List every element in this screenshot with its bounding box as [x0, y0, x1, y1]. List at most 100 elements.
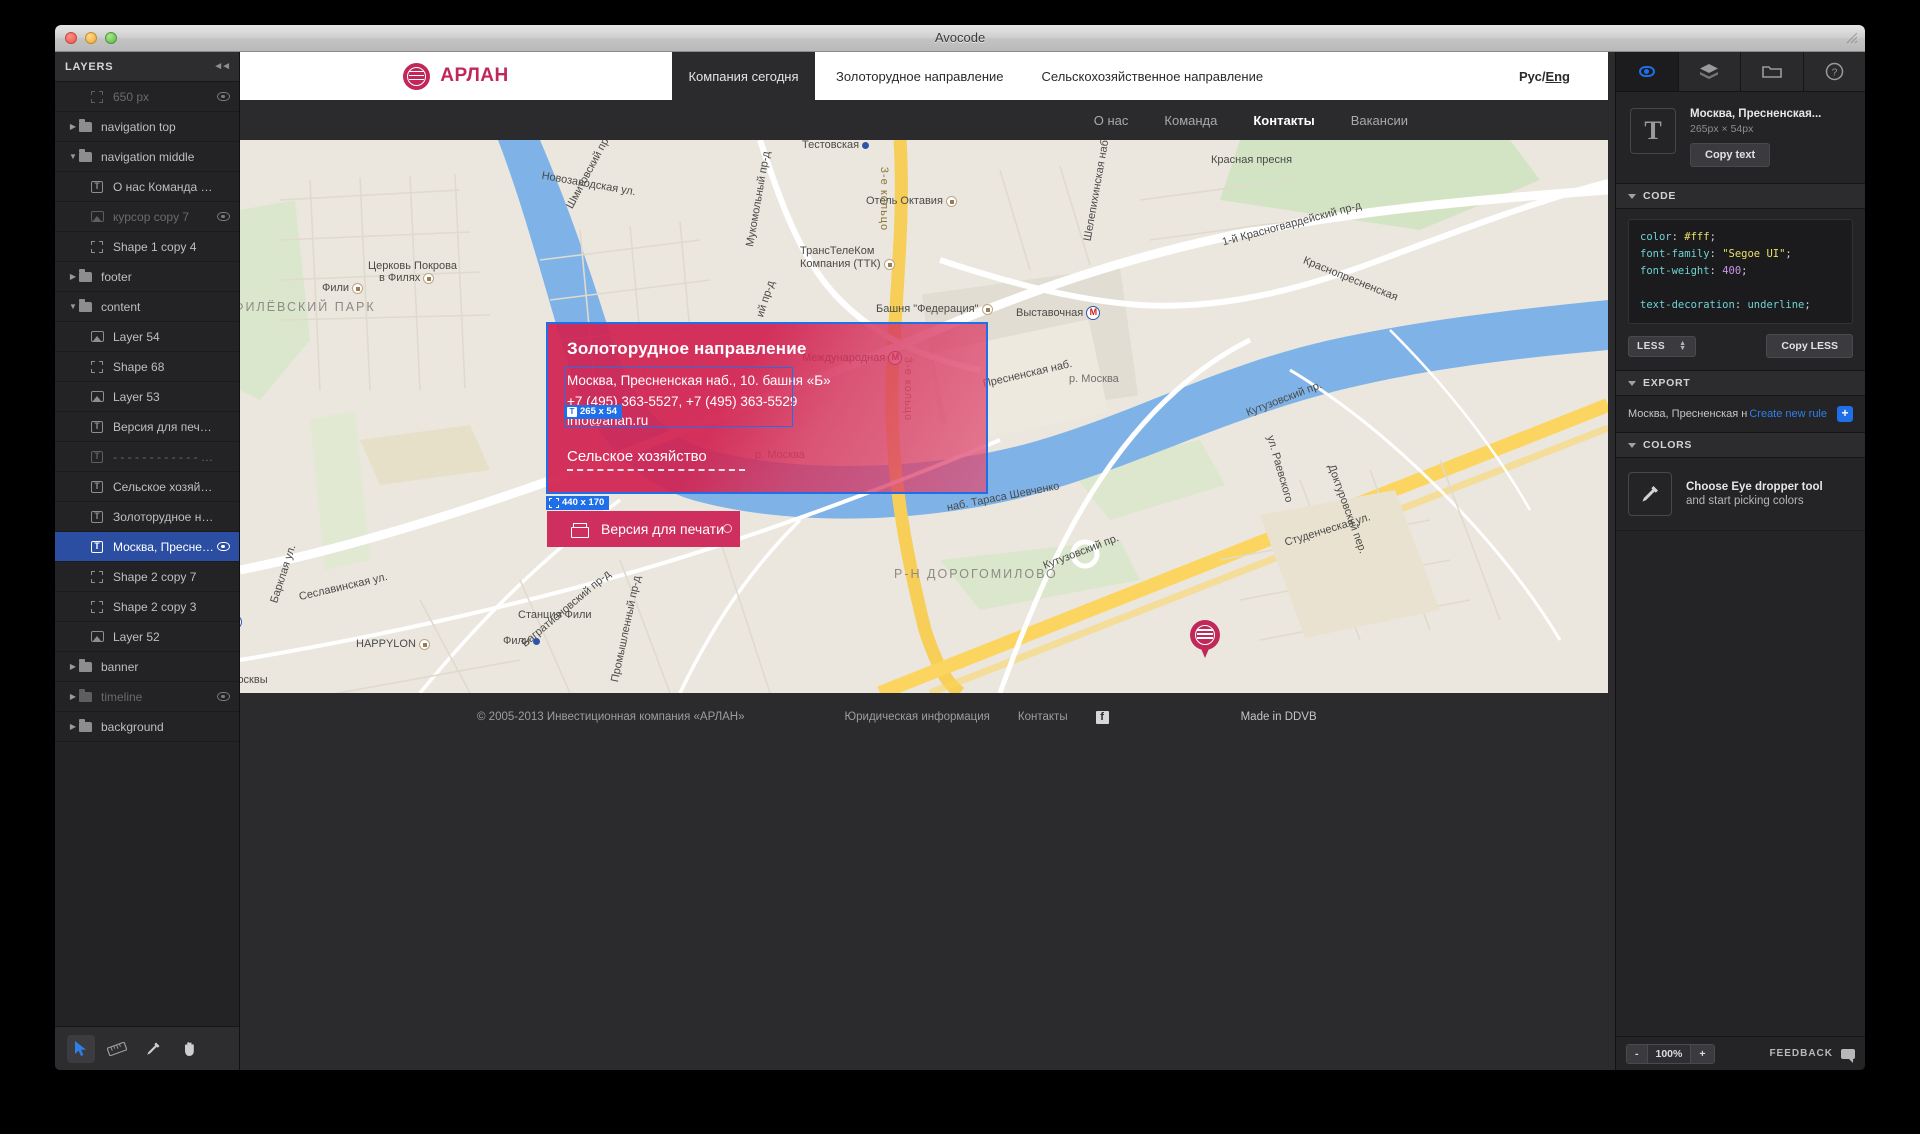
visibility-toggle[interactable] [215, 92, 231, 101]
zoom-out-button[interactable]: - [1627, 1045, 1647, 1063]
layer-row[interactable]: ▶Layer 52 [55, 622, 239, 652]
layer-row[interactable]: ▶Shape 2 copy 7 [55, 562, 239, 592]
chevron-down-icon[interactable]: ▼ [67, 152, 79, 161]
resize-grip-icon[interactable] [1845, 31, 1859, 45]
chevron-down-icon [1628, 443, 1636, 448]
visibility-toggle[interactable] [215, 542, 231, 551]
footer-link-legal[interactable]: Юридическая информация [845, 711, 990, 723]
eyedropper-button[interactable] [1628, 472, 1672, 516]
layer-row[interactable]: ▶ banner [55, 652, 239, 682]
copy-less-button[interactable]: Copy LESS [1766, 334, 1853, 358]
assets-tab[interactable] [1741, 52, 1804, 91]
layer-name: banner [101, 660, 215, 674]
visibility-toggle[interactable] [215, 212, 231, 221]
design-canvas[interactable]: АРЛАН Компания сегодня Золоторудное напр… [240, 52, 1615, 1070]
tools-bar [55, 1026, 239, 1070]
poi-marker-icon [884, 259, 895, 270]
card-agro-label[interactable]: Сельское хозяйство [567, 448, 745, 471]
layer-row[interactable]: ▶Сельское хозяйство [55, 472, 239, 502]
nav-item-gold[interactable]: Золоторудное направление [836, 69, 1004, 84]
site-logo[interactable]: АРЛАН [240, 52, 672, 100]
shape-layer-icon [91, 91, 103, 103]
layer-row[interactable]: ▶Золоторудное напра... [55, 502, 239, 532]
layer-row[interactable]: ▶Layer 53 [55, 382, 239, 412]
zoom-control[interactable]: - 100% + [1626, 1044, 1715, 1064]
create-new-rule-link[interactable]: Create new rule [1749, 408, 1827, 420]
language-switch[interactable]: Рус/Eng [1519, 69, 1608, 84]
map-view[interactable]: Тестовская Отель Октавия ТрансТелеКомКом… [240, 140, 1608, 693]
layer-row[interactable]: ▼ content [55, 292, 239, 322]
layer-row[interactable]: ▶Shape 68 [55, 352, 239, 382]
code-snippet[interactable]: color: #fff;font-family: "Segoe UI";font… [1628, 219, 1853, 324]
inspect-tab[interactable] [1616, 52, 1679, 91]
nav-sub-item[interactable]: Контакты [1253, 113, 1314, 128]
visibility-toggle[interactable] [215, 692, 231, 701]
layer-row[interactable]: ▶Москва, Пресненс... [55, 532, 239, 562]
lang-ru[interactable]: Рус [1519, 69, 1542, 84]
chevron-right-icon[interactable]: ▶ [67, 272, 79, 281]
layer-row[interactable]: ▶background [55, 712, 239, 742]
chevron-right-icon[interactable]: ▶ [67, 662, 79, 671]
map-label: Церковь Покрова [368, 260, 457, 272]
layers-tab[interactable] [1679, 52, 1742, 91]
poi-marker-icon [352, 283, 363, 294]
folder-icon [79, 272, 92, 282]
layer-row[interactable]: ▶Layer 54 [55, 322, 239, 352]
layer-row[interactable]: ▶курсор copy 7 [55, 202, 239, 232]
print-version-button[interactable]: Версия для печати [547, 511, 740, 547]
nav-item-agro[interactable]: Сельскохозяйственное направление [1042, 69, 1264, 84]
selected-text-block[interactable]: Москва, Пресненская наб., 10. башня «Б» … [567, 370, 831, 430]
layer-name: content [101, 300, 215, 314]
layer-row[interactable]: ▶- - - - - - - - - - - - - - - - - - - - [55, 442, 239, 472]
image-layer-icon [91, 331, 104, 342]
layer-row[interactable]: ▶650 px [55, 82, 239, 112]
syntax-select[interactable]: LESS ▲▼ [1628, 336, 1696, 357]
nav-item-company-today[interactable]: Компания сегодня [672, 52, 815, 100]
collapse-left-icon[interactable]: ◄◄ [213, 61, 229, 72]
chevron-right-icon[interactable]: ▶ [67, 722, 79, 731]
layer-row[interactable]: ▶Shape 2 copy 3 [55, 592, 239, 622]
layer-row[interactable]: ▶Shape 1 copy 4 [55, 232, 239, 262]
facebook-icon[interactable]: f [1096, 711, 1109, 724]
nav-sub-item[interactable]: О нас [1094, 113, 1129, 128]
plus-icon[interactable]: + [1837, 406, 1853, 422]
zoom-level[interactable]: 100% [1647, 1045, 1692, 1063]
layer-row[interactable]: ▼navigation middle [55, 142, 239, 172]
chevron-down-icon[interactable]: ▼ [67, 302, 79, 311]
layer-row[interactable]: ▶Версия для печати [55, 412, 239, 442]
eyedropper-tool[interactable] [139, 1035, 167, 1063]
contact-card[interactable]: Золоторудное направление Москва, Преснен… [547, 323, 987, 493]
eye-icon [1639, 66, 1655, 77]
layer-list[interactable]: ▶650 px▶navigation top▼navigation middle… [55, 82, 239, 1026]
map-label: HAPPYLON [356, 638, 430, 650]
zoom-in-button[interactable]: + [1691, 1045, 1713, 1063]
nav-items-white: Золоторудное направление Сельскохозяйств… [815, 52, 1608, 100]
layer-name: Shape 1 copy 4 [113, 240, 215, 254]
measure-tool[interactable] [103, 1035, 131, 1063]
code-section-header[interactable]: CODE [1616, 183, 1865, 209]
feedback-button[interactable]: FEEDBACK [1769, 1048, 1855, 1059]
copy-text-button[interactable]: Copy text [1690, 143, 1770, 167]
layer-row[interactable]: ▶footer [55, 262, 239, 292]
select-tool[interactable] [67, 1035, 95, 1063]
colors-section-header[interactable]: COLORS [1616, 432, 1865, 458]
nav-sub-item[interactable]: Команда [1164, 113, 1217, 128]
arlan-map-pin-icon[interactable] [1190, 620, 1220, 660]
hand-tool[interactable] [175, 1035, 203, 1063]
chevron-right-icon[interactable]: ▶ [67, 122, 79, 131]
lang-en[interactable]: Eng [1545, 69, 1570, 84]
avocode-window: Avocode LAYERS ◄◄ ▶650 px▶navigation top… [55, 25, 1865, 1070]
chevron-updown-icon: ▲▼ [1679, 341, 1686, 351]
text-layer-glyph: T [567, 407, 577, 417]
chevron-right-icon[interactable]: ▶ [67, 692, 79, 701]
nav-sub-item[interactable]: Вакансии [1351, 113, 1408, 128]
chevron-down-icon [1628, 381, 1636, 386]
export-section-header[interactable]: EXPORT [1616, 370, 1865, 396]
layer-row[interactable]: ▶О нас Команда Конта... [55, 172, 239, 202]
footer-link-contacts[interactable]: Контакты [1018, 711, 1068, 723]
folder-icon [1762, 64, 1782, 79]
help-tab[interactable]: ? [1804, 52, 1866, 91]
layer-row[interactable]: ▶timeline [55, 682, 239, 712]
metro-icon: M [1086, 306, 1100, 320]
layer-row[interactable]: ▶navigation top [55, 112, 239, 142]
